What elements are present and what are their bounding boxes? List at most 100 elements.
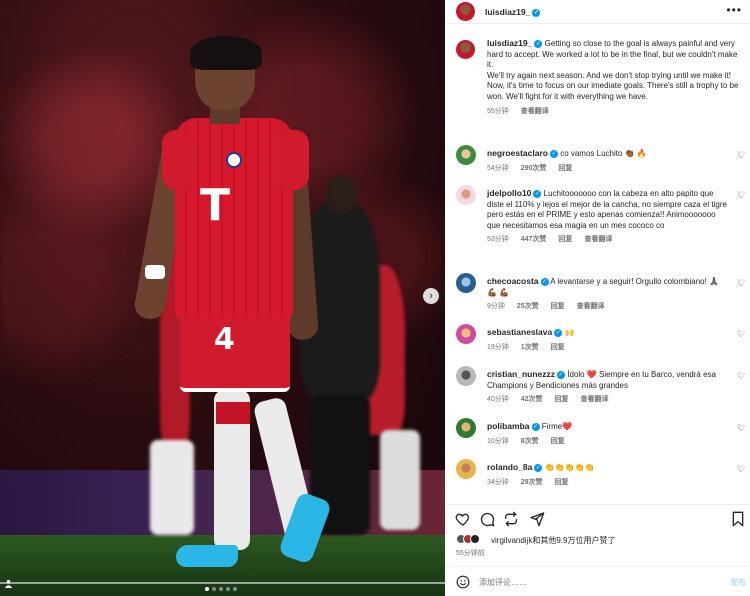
caption-text-line2: We'll try again next season. And we don'… (487, 70, 731, 80)
comment-like-heart-icon[interactable]: ♡ (737, 424, 746, 433)
comment-likes-count[interactable]: 1次赞 (521, 344, 539, 351)
commenter-username[interactable]: sebastianeslava (487, 327, 552, 337)
see-translation-link[interactable]: 查看翻译 (521, 108, 549, 115)
comment-likes-count[interactable]: 42次赞 (521, 396, 543, 403)
commenter-avatar[interactable] (456, 418, 476, 438)
tagged-users-icon[interactable] (4, 579, 14, 589)
comment-like-heart-icon[interactable]: ♡ (737, 151, 746, 160)
comment-time: 34分钟 (487, 478, 509, 486)
player-wristband (145, 265, 165, 279)
reply-button[interactable]: 回复 (558, 165, 572, 172)
comment-like-heart-icon[interactable]: ♡ (737, 279, 746, 288)
commenter-avatar[interactable] (456, 145, 476, 165)
comment-time: 53分钟 (487, 236, 509, 244)
bookmark-icon[interactable] (731, 511, 747, 527)
post-comment-button[interactable]: 发布 (730, 577, 746, 588)
likes-text[interactable]: virgilvandijk和其他9.9万位用户赞了 (491, 535, 615, 546)
more-options-icon[interactable]: ••• (726, 3, 742, 17)
comment-time: 40分钟 (487, 396, 509, 404)
commenter-username[interactable]: polibamba (487, 421, 530, 431)
player-right-sleeve (275, 130, 309, 190)
commenter-avatar[interactable] (456, 459, 476, 479)
carousel-dot (226, 587, 230, 591)
comment-text: 👏👏👏👏👏 (544, 463, 595, 472)
share-send-icon[interactable] (529, 511, 545, 527)
comment-like-heart-icon[interactable]: ♡ (737, 372, 746, 381)
commenter-username[interactable]: rolando_8a (487, 462, 532, 472)
commenter-username[interactable]: jdelpollo10 (487, 188, 531, 198)
comment-body: cristian_nunezzz ✓ Ídolo ❤️ Siempre en tu… (487, 369, 731, 406)
main-player-figure: 4 T (130, 36, 333, 570)
comment-likes-count[interactable]: 447次赞 (521, 236, 547, 243)
comment-input[interactable] (479, 574, 699, 590)
comment-bubble-icon[interactable] (479, 511, 495, 527)
comment-likes-count[interactable]: 25次赞 (517, 303, 539, 310)
comment-body: rolando_8a ✓ 👏👏👏👏👏 34分钟 29次赞 回复 (487, 462, 731, 488)
emoji-icon[interactable] (456, 575, 470, 589)
carousel-dot (212, 587, 216, 591)
player-hair (190, 36, 262, 70)
likes-summary[interactable]: virgilvandijk和其他9.9万位用户赞了 (445, 532, 750, 546)
carousel-dot-active (205, 587, 209, 591)
player-shorts-number: 4 (214, 322, 235, 357)
post-side-panel: luisdiaz19_ ✓ ••• luisdiaz19_ ✓ Getting so… (445, 0, 750, 596)
reply-button[interactable]: 回复 (551, 438, 565, 445)
verified-badge-icon: ✓ (534, 463, 543, 472)
comment-body: jdelpollo10 ✓ Luchitooooooo con la cabeza… (487, 188, 731, 246)
comment-time: 19分钟 (487, 343, 509, 351)
verified-badge-icon: ✓ (534, 39, 543, 48)
comment-meta: 9分钟 25次赞 回复 查看翻译 (487, 302, 731, 313)
commenter-username[interactable]: checoacosta (487, 276, 539, 286)
see-translation-link[interactable]: 查看翻译 (584, 236, 612, 243)
caption-body: luisdiaz19_ ✓ Getting so close to the goa… (487, 38, 742, 117)
caption-meta: 55分钟 查看翻译 (487, 107, 742, 118)
comment-meta: 40分钟 42次赞 回复 查看翻译 (487, 395, 731, 406)
background-player-right-legs (380, 430, 420, 530)
liker-avatar (470, 534, 480, 544)
post-time-ago: 55分钟前 (456, 550, 485, 557)
comment-like-heart-icon[interactable]: ♡ (737, 191, 746, 200)
post-photo[interactable]: 4 T › (0, 0, 445, 596)
commenter-username[interactable]: cristian_nunezzz (487, 369, 555, 379)
comment-likes-count[interactable]: 8次赞 (521, 438, 539, 445)
verified-badge-icon: ✓ (533, 189, 542, 198)
reply-button[interactable]: 回复 (551, 344, 565, 351)
comment-meta: 53分钟 447次赞 回复 查看翻译 (487, 235, 731, 246)
commenter-avatar[interactable] (456, 273, 476, 293)
comment-like-heart-icon[interactable]: ♡ (737, 465, 746, 474)
comment-like-heart-icon[interactable]: ♡ (737, 330, 746, 339)
comment-time: 54分钟 (487, 164, 509, 172)
author-avatar[interactable] (456, 2, 475, 21)
comment-body: negroestaclaro ✓ co vamos Luchito 👏🏾 🔥 54… (487, 148, 731, 174)
verified-badge-icon: ✓ (549, 149, 558, 158)
player-left-boot (176, 545, 238, 567)
player-left-sleeve (162, 130, 196, 190)
like-heart-icon[interactable] (455, 511, 471, 527)
verified-badge-icon: ✓ (557, 370, 566, 379)
caption-text-line3: Now, it's time to focus on our imediate … (487, 81, 739, 101)
comment-time: 10分钟 (487, 437, 509, 445)
next-photo-button[interactable]: › (423, 288, 439, 304)
reply-button[interactable]: 回复 (555, 479, 569, 486)
comment-likes-count[interactable]: 290次赞 (521, 165, 547, 172)
commenter-username[interactable]: negroestaclaro (487, 148, 548, 158)
commenter-avatar[interactable] (456, 324, 476, 344)
reply-button[interactable]: 回复 (551, 303, 565, 310)
repost-icon[interactable] (503, 511, 519, 527)
caption-time: 55分钟 (487, 107, 509, 115)
commenter-avatar[interactable] (456, 185, 476, 205)
carousel-dot (233, 587, 237, 591)
reply-button[interactable]: 回复 (555, 396, 569, 403)
carousel-dots (205, 587, 237, 591)
comments-scroll-area[interactable]: luisdiaz19_ ✓ Getting so close to the goa… (445, 24, 750, 504)
caption-username[interactable]: luisdiaz19_ (487, 38, 532, 48)
reply-button[interactable]: 回复 (558, 236, 572, 243)
comment-likes-count[interactable]: 29次赞 (521, 479, 543, 486)
caption-author-avatar[interactable] (456, 40, 475, 59)
add-comment-bar: 发布 (445, 566, 750, 596)
see-translation-link[interactable]: 查看翻译 (577, 303, 605, 310)
comment-body: sebastianeslava ✓ 🙌 19分钟 1次赞 回复 (487, 327, 731, 353)
author-username[interactable]: luisdiaz19_ ✓ (485, 7, 541, 17)
see-translation-link[interactable]: 查看翻译 (580, 396, 608, 403)
commenter-avatar[interactable] (456, 366, 476, 386)
